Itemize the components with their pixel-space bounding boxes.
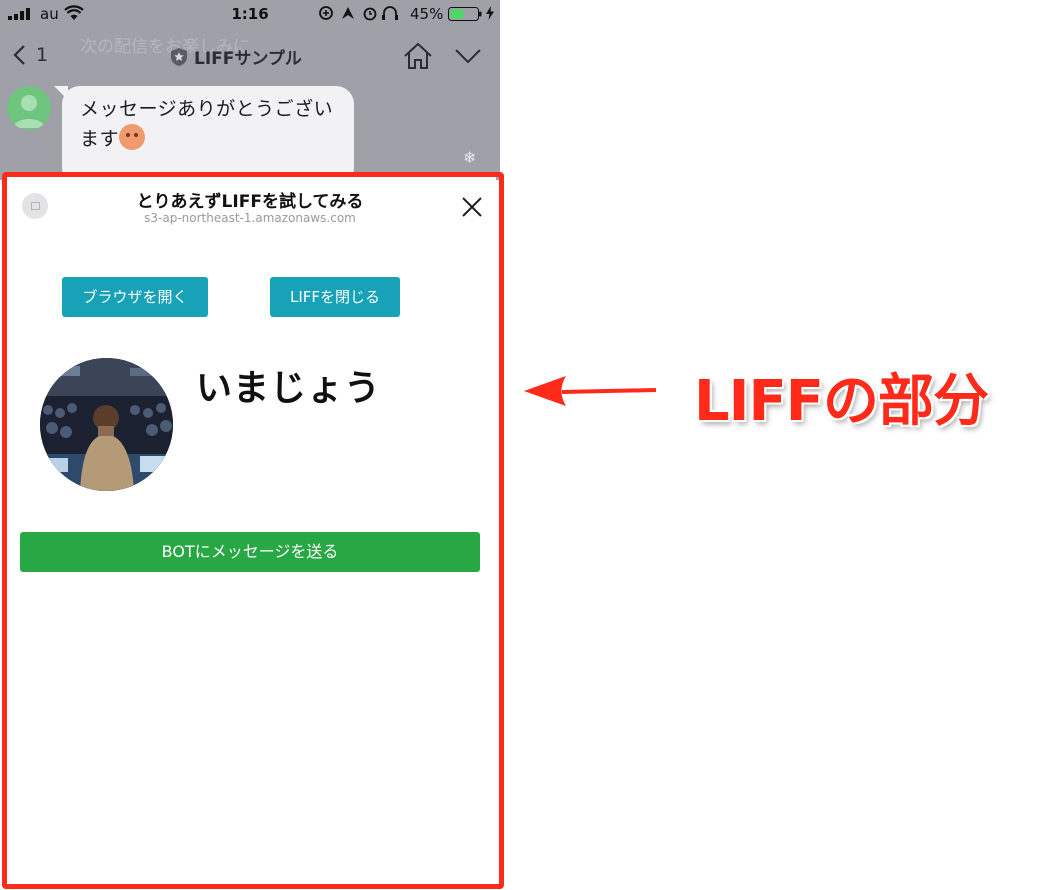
person-icon bbox=[13, 95, 45, 128]
message-text: メッセージありがとうござい ます bbox=[80, 94, 350, 154]
chevron-left-icon bbox=[13, 45, 25, 65]
battery-percent: 45% bbox=[410, 5, 444, 23]
home-icon[interactable] bbox=[402, 42, 434, 70]
status-icons bbox=[319, 6, 398, 21]
open-browser-button[interactable]: ブラウザを開く bbox=[62, 277, 208, 317]
status-bar: au 1:16 45% bbox=[0, 0, 500, 28]
send-message-button[interactable]: BOTにメッセージを送る bbox=[20, 532, 480, 572]
profile-picture bbox=[40, 358, 173, 491]
back-count: 1 bbox=[36, 44, 49, 66]
official-shield-icon bbox=[171, 48, 187, 66]
close-icon[interactable] bbox=[460, 195, 484, 219]
bot-avatar[interactable] bbox=[7, 86, 51, 130]
liff-title: とりあえずLIFFを試してみる bbox=[136, 192, 364, 212]
message-line-2: ます bbox=[80, 128, 120, 150]
close-liff-button[interactable]: LIFFを閉じる bbox=[270, 277, 400, 317]
chat-nav-bar: 次の配信をお楽しみに 1 LIFFサンプル bbox=[0, 28, 500, 84]
battery-icon bbox=[448, 7, 482, 21]
arrow-left-icon bbox=[524, 376, 657, 406]
liff-window: とりあえずLIFFを試してみる s3-ap-northeast-1.amazon… bbox=[4, 173, 496, 885]
chat-title-text: LIFFサンプル bbox=[194, 49, 302, 69]
profile-name: いまじょう bbox=[196, 368, 382, 409]
message-line-1: メッセージありがとうござい bbox=[80, 98, 334, 120]
speaker-photo bbox=[40, 358, 173, 491]
blush-emoji-icon bbox=[119, 124, 146, 150]
chevron-down-icon[interactable] bbox=[454, 48, 482, 64]
liff-url: s3-ap-northeast-1.amazonaws.com bbox=[144, 211, 356, 225]
annotation-label: LIFFの部分 bbox=[694, 369, 989, 434]
chat-title: LIFFサンプル bbox=[170, 44, 302, 69]
snowflake-icon: ❄ bbox=[463, 148, 477, 167]
charging-icon bbox=[486, 6, 494, 20]
phone-screen: au 1:16 45% 次の配信をお楽しみに 1 LIFFサンプル メッセージあ… bbox=[0, 0, 500, 890]
back-button[interactable]: 1 bbox=[12, 42, 52, 68]
